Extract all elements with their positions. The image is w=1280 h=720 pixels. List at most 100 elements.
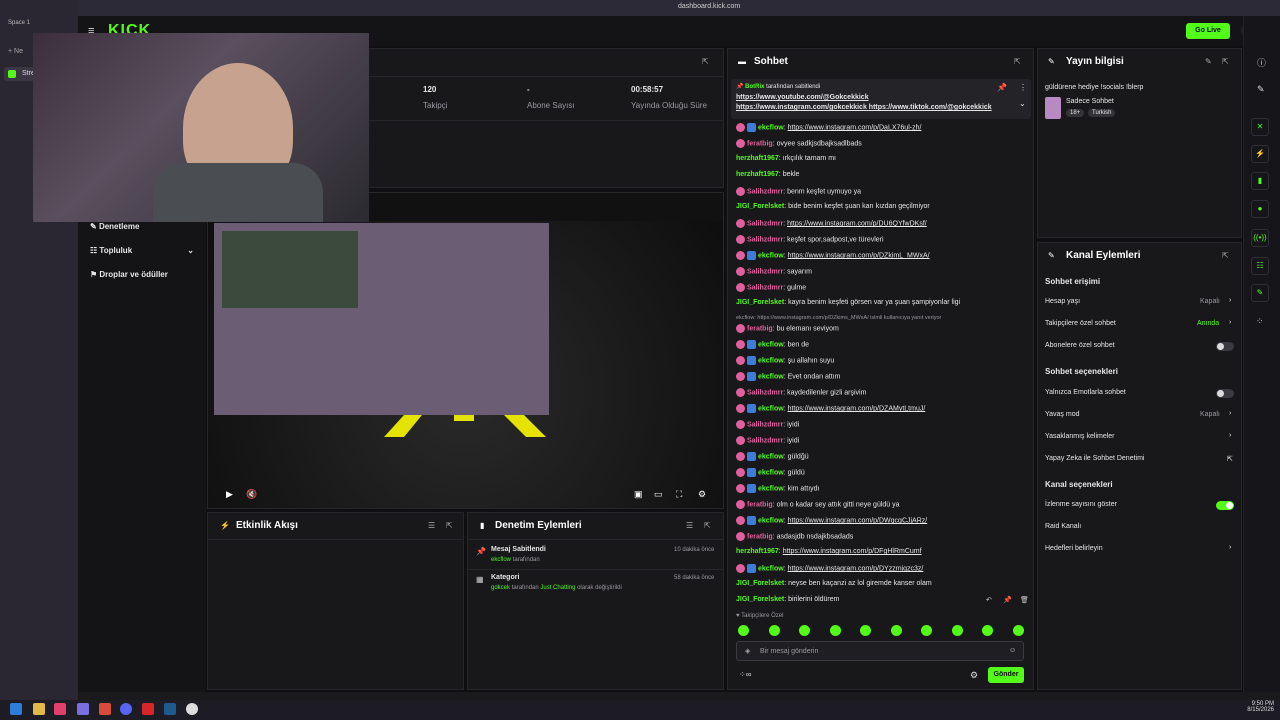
chat-username[interactable]: feratbig: [747, 501, 773, 508]
bolt-icon[interactable]: ⚡: [1251, 145, 1269, 163]
chat-username[interactable]: feratbig: [747, 140, 773, 147]
row-account-age[interactable]: Hesap yaşı: [1045, 298, 1080, 305]
emote-icon[interactable]: [1012, 625, 1024, 636]
apps-icon[interactable]: ⁘: [1256, 316, 1264, 327]
chat-message[interactable]: JIGI_Forelsket: neyse ben kaçanzi az lol…: [736, 580, 932, 587]
pin-icon[interactable]: 📌: [1003, 596, 1012, 604]
chevron-right-icon[interactable]: ›: [1229, 319, 1231, 326]
nav-item-drops[interactable]: ⚑ Droplar ve ödüller: [90, 270, 168, 279]
discord-icon[interactable]: [120, 703, 132, 715]
chat-username[interactable]: JIGI_Forelsket: [736, 596, 784, 603]
chat-message[interactable]: ekcflow: https://www.instagram.com/p/DZA…: [736, 404, 925, 413]
edit-icon[interactable]: ✎: [1205, 57, 1212, 66]
chat-link[interactable]: https://www.instagram.com/p/DFgHlRmCumf: [783, 548, 922, 555]
pinned-line[interactable]: https://www.instagram.com/gokcekkick htt…: [736, 104, 992, 111]
chat-message[interactable]: herzhaft1967: bekle: [736, 171, 799, 178]
chat-username[interactable]: Salihzdmrr: [747, 421, 783, 428]
layout-icon[interactable]: ☷: [1251, 257, 1269, 275]
chat-message[interactable]: JIGI_Forelsket: kayra benim keşfeti görs…: [736, 299, 960, 306]
chevron-down-icon[interactable]: ⌄: [1019, 99, 1026, 108]
chat-message[interactable]: ekcflow: https://www.instagram.com/p/DaL…: [736, 123, 921, 132]
pinned-link[interactable]: https://www.instagram.com/gokcekkick: [736, 104, 867, 111]
chat-username[interactable]: JIGI_Forelsket: [736, 580, 784, 587]
popout-icon[interactable]: ⇱: [704, 521, 711, 530]
clock[interactable]: 9:50 PM 8/15/2026: [1234, 701, 1274, 713]
chat-message[interactable]: herzhaft1967: ırkçılık tamam mı: [736, 155, 836, 162]
slow-mode-value[interactable]: Kapalı: [1200, 411, 1220, 418]
more-icon[interactable]: ⋮: [1019, 83, 1027, 92]
popout-icon[interactable]: ⇱: [1222, 251, 1229, 260]
emote-icon[interactable]: [738, 625, 749, 636]
unpin-icon[interactable]: 📌: [997, 83, 1007, 92]
chat-username[interactable]: ekcflow: [758, 517, 784, 524]
chat-username[interactable]: Salihzdmrr: [747, 236, 783, 243]
nav-item-community[interactable]: ☷ Topluluk ⌄: [90, 246, 194, 255]
go-live-button[interactable]: Go Live: [1186, 23, 1230, 39]
fullscreen-icon[interactable]: ⛶: [676, 489, 682, 500]
chat-username[interactable]: Salihzdmrr: [747, 284, 783, 291]
edit-icon[interactable]: ✎: [1257, 84, 1265, 95]
emote-icon[interactable]: [951, 625, 963, 636]
popout-icon[interactable]: ⇱: [446, 521, 453, 530]
chat-username[interactable]: JIGI_Forelsket: [736, 299, 784, 306]
external-link-icon[interactable]: ⇱: [1227, 455, 1233, 463]
filter-icon[interactable]: ☰: [686, 521, 693, 530]
emoji-icon[interactable]: ☺: [1009, 647, 1016, 654]
subs-chat-toggle[interactable]: [1216, 342, 1234, 351]
delete-icon[interactable]: 🗑: [1020, 596, 1029, 604]
chat-message[interactable]: feratbig: olm o kadar sey attık gitti ne…: [736, 500, 900, 509]
chat-username[interactable]: herzhaft1967: [736, 155, 779, 162]
chat-username[interactable]: herzhaft1967: [736, 171, 779, 178]
chat-message[interactable]: JIGI_Forelsket: birilerini öldürem: [736, 596, 840, 603]
emote-icon[interactable]: [890, 625, 902, 636]
chat-message[interactable]: ekcflow: güldğü: [736, 452, 809, 461]
row-raid[interactable]: Raid Kanalı: [1045, 523, 1081, 530]
chat-message[interactable]: Salihzdmrr: iyidi: [736, 420, 799, 429]
pinned-line[interactable]: https://www.youtube.com/@Gokcekkick: [736, 94, 869, 101]
chat-message[interactable]: ekcflow: Evet ondan attım: [736, 372, 841, 381]
mute-icon[interactable]: 🔇: [246, 489, 257, 500]
chat-link[interactable]: https://www.instagram.com/p/DU6QYfwDKsf/: [787, 220, 927, 227]
popout-icon[interactable]: ⇱: [1014, 57, 1021, 66]
broadcast-icon[interactable]: ((•)): [1251, 229, 1269, 247]
filter-icon[interactable]: ☰: [428, 521, 435, 530]
chat-message[interactable]: feratbig: ovyee sadkjsdbajksadlbads: [736, 139, 862, 148]
chat-message[interactable]: Salihzdmrr: keşfet spor,sadpost,ve türev…: [736, 235, 884, 244]
info-icon[interactable]: ⓘ: [1257, 56, 1266, 69]
emotes-only-toggle[interactable]: [1216, 389, 1234, 398]
undo-icon[interactable]: ↶: [986, 596, 992, 604]
settings-icon[interactable]: ⚙: [698, 489, 706, 500]
emote-icon[interactable]: [768, 625, 780, 636]
chat-username[interactable]: feratbig: [747, 533, 773, 540]
music-app-icon[interactable]: [54, 703, 66, 715]
chat-username[interactable]: ekcflow: [758, 469, 784, 476]
chat-input[interactable]: ◈ Bir mesaj gönderin ☺: [736, 641, 1024, 661]
chat-username[interactable]: Salihzdmrr: [747, 188, 783, 195]
steam-icon[interactable]: [164, 703, 176, 715]
chat-settings-icon[interactable]: ⚙: [970, 670, 978, 681]
chevron-right-icon[interactable]: ›: [1229, 432, 1231, 439]
chat-username[interactable]: ekcflow: [758, 485, 784, 492]
chat-username[interactable]: ekcflow: [758, 453, 784, 460]
chat-username[interactable]: feratbig: [747, 325, 773, 332]
theater-icon[interactable]: ▭: [654, 489, 663, 500]
chat-message[interactable]: feratbig: bu elemanı seviyom: [736, 324, 839, 333]
row-banned-words[interactable]: Yasaklanmış kelimeler: [1045, 433, 1115, 440]
emote-icon[interactable]: [921, 625, 932, 636]
row-goals[interactable]: Hedefleri belirleyin: [1045, 545, 1103, 552]
pinned-link[interactable]: https://www.tiktok.com/@gokcekkick: [869, 104, 992, 111]
chat-message[interactable]: Salihzdmrr: gulme: [736, 283, 806, 292]
mod-tools-icon[interactable]: ✕: [1251, 118, 1269, 136]
chat-bubble-icon[interactable]: ●: [1251, 200, 1269, 218]
chat-message[interactable]: Salihzdmrr: https://www.instagram.com/p/…: [736, 219, 927, 228]
chat-message[interactable]: Salihzdmrr: iyidi: [736, 436, 799, 445]
chat-username[interactable]: ekcflow: [758, 341, 784, 348]
chat-username[interactable]: ekcflow: [758, 252, 784, 259]
chat-username[interactable]: herzhaft1967: [736, 548, 779, 555]
account-age-value[interactable]: Kapalı: [1200, 298, 1220, 305]
wrench-icon[interactable]: ✎: [1251, 284, 1269, 302]
chat-username[interactable]: ekcflow: [758, 357, 784, 364]
chat-link[interactable]: https://www.instagram.com/p/DZkimL_MWxA/: [788, 252, 930, 259]
chat-username[interactable]: ekcflow: [758, 373, 784, 380]
chat-link[interactable]: https://www.instagram.com/p/DYzzmjgzc3z/: [788, 565, 924, 572]
